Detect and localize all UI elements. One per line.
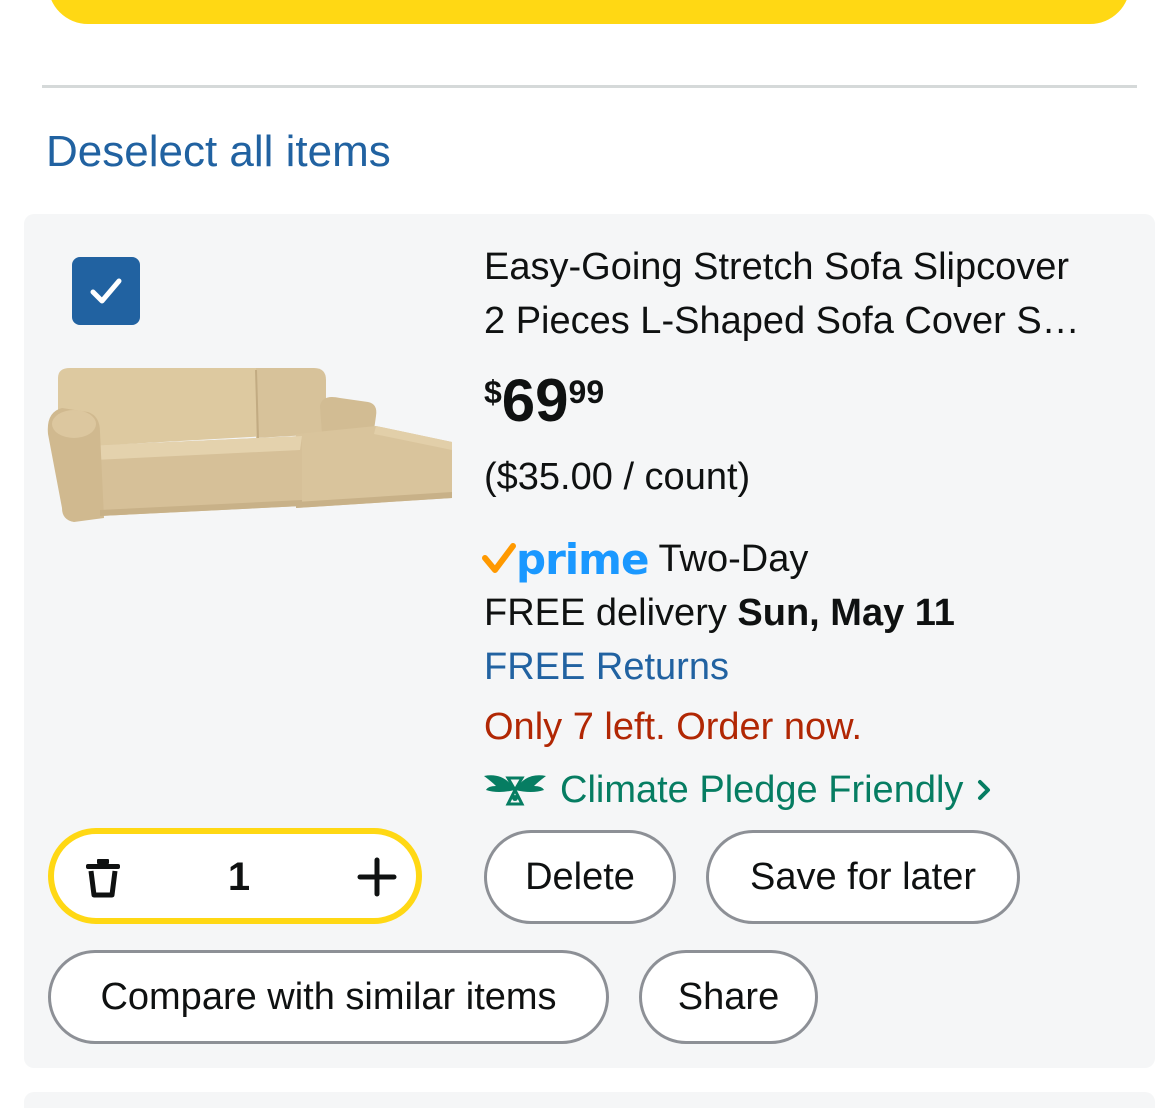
delete-button[interactable]: Delete [484, 830, 676, 924]
climate-pledge-link[interactable]: Climate Pledge Friendly [482, 764, 991, 816]
quantity-value: 1 [227, 855, 251, 899]
next-cart-item-card [24, 1092, 1155, 1108]
price-currency: $ [484, 374, 502, 410]
delivery-prefix: FREE delivery [484, 592, 727, 634]
climate-pledge-icon [484, 775, 546, 806]
prime-check-icon [482, 543, 516, 573]
price-fraction: 99 [568, 374, 605, 410]
prime-speed: Two-Day [658, 537, 809, 580]
deselect-all-link[interactable]: Deselect all items [46, 124, 391, 180]
quantity-stepper: 1 [48, 828, 422, 924]
save-for-later-button[interactable]: Save for later [706, 830, 1020, 924]
chevron-right-icon [977, 779, 991, 801]
item-checkbox[interactable] [72, 257, 140, 325]
sofa-icon [47, 368, 452, 522]
delivery-info: FREE delivery Sun, May 11 [484, 588, 955, 638]
free-returns-link[interactable]: FREE Returns [484, 642, 729, 692]
cart-page: Deselect all items Easy-Going Stretch So… [0, 0, 1163, 1108]
delivery-date: Sun, May 11 [737, 592, 955, 634]
prime-logo: prime [482, 534, 649, 584]
plus-icon[interactable] [356, 856, 398, 898]
product-image[interactable] [44, 350, 456, 530]
divider [42, 85, 1137, 88]
climate-pledge-label: Climate Pledge Friendly [560, 768, 964, 811]
price-whole: 69 [501, 367, 569, 434]
price: $ 69 99 [484, 366, 604, 436]
unit-price: ($35.00 / count) [484, 456, 751, 498]
share-button[interactable]: Share [639, 950, 818, 1044]
stock-message: Only 7 left. Order now. [484, 706, 863, 748]
trash-icon[interactable] [82, 856, 124, 898]
prime-badge-row: prime Two-Day [482, 532, 808, 586]
checkmark-icon [90, 278, 122, 304]
proceed-to-checkout-button[interactable] [48, 0, 1130, 24]
product-title[interactable]: Easy-Going Stretch Sofa Slipcover 2 Piec… [484, 240, 1139, 348]
prime-wordmark: prime [516, 534, 649, 584]
compare-similar-button[interactable]: Compare with similar items [48, 950, 609, 1044]
product-title-line-1: Easy-Going Stretch Sofa Slipcover [484, 246, 1070, 288]
product-title-line-2: 2 Pieces L-Shaped Sofa Cover S… [484, 300, 1080, 342]
